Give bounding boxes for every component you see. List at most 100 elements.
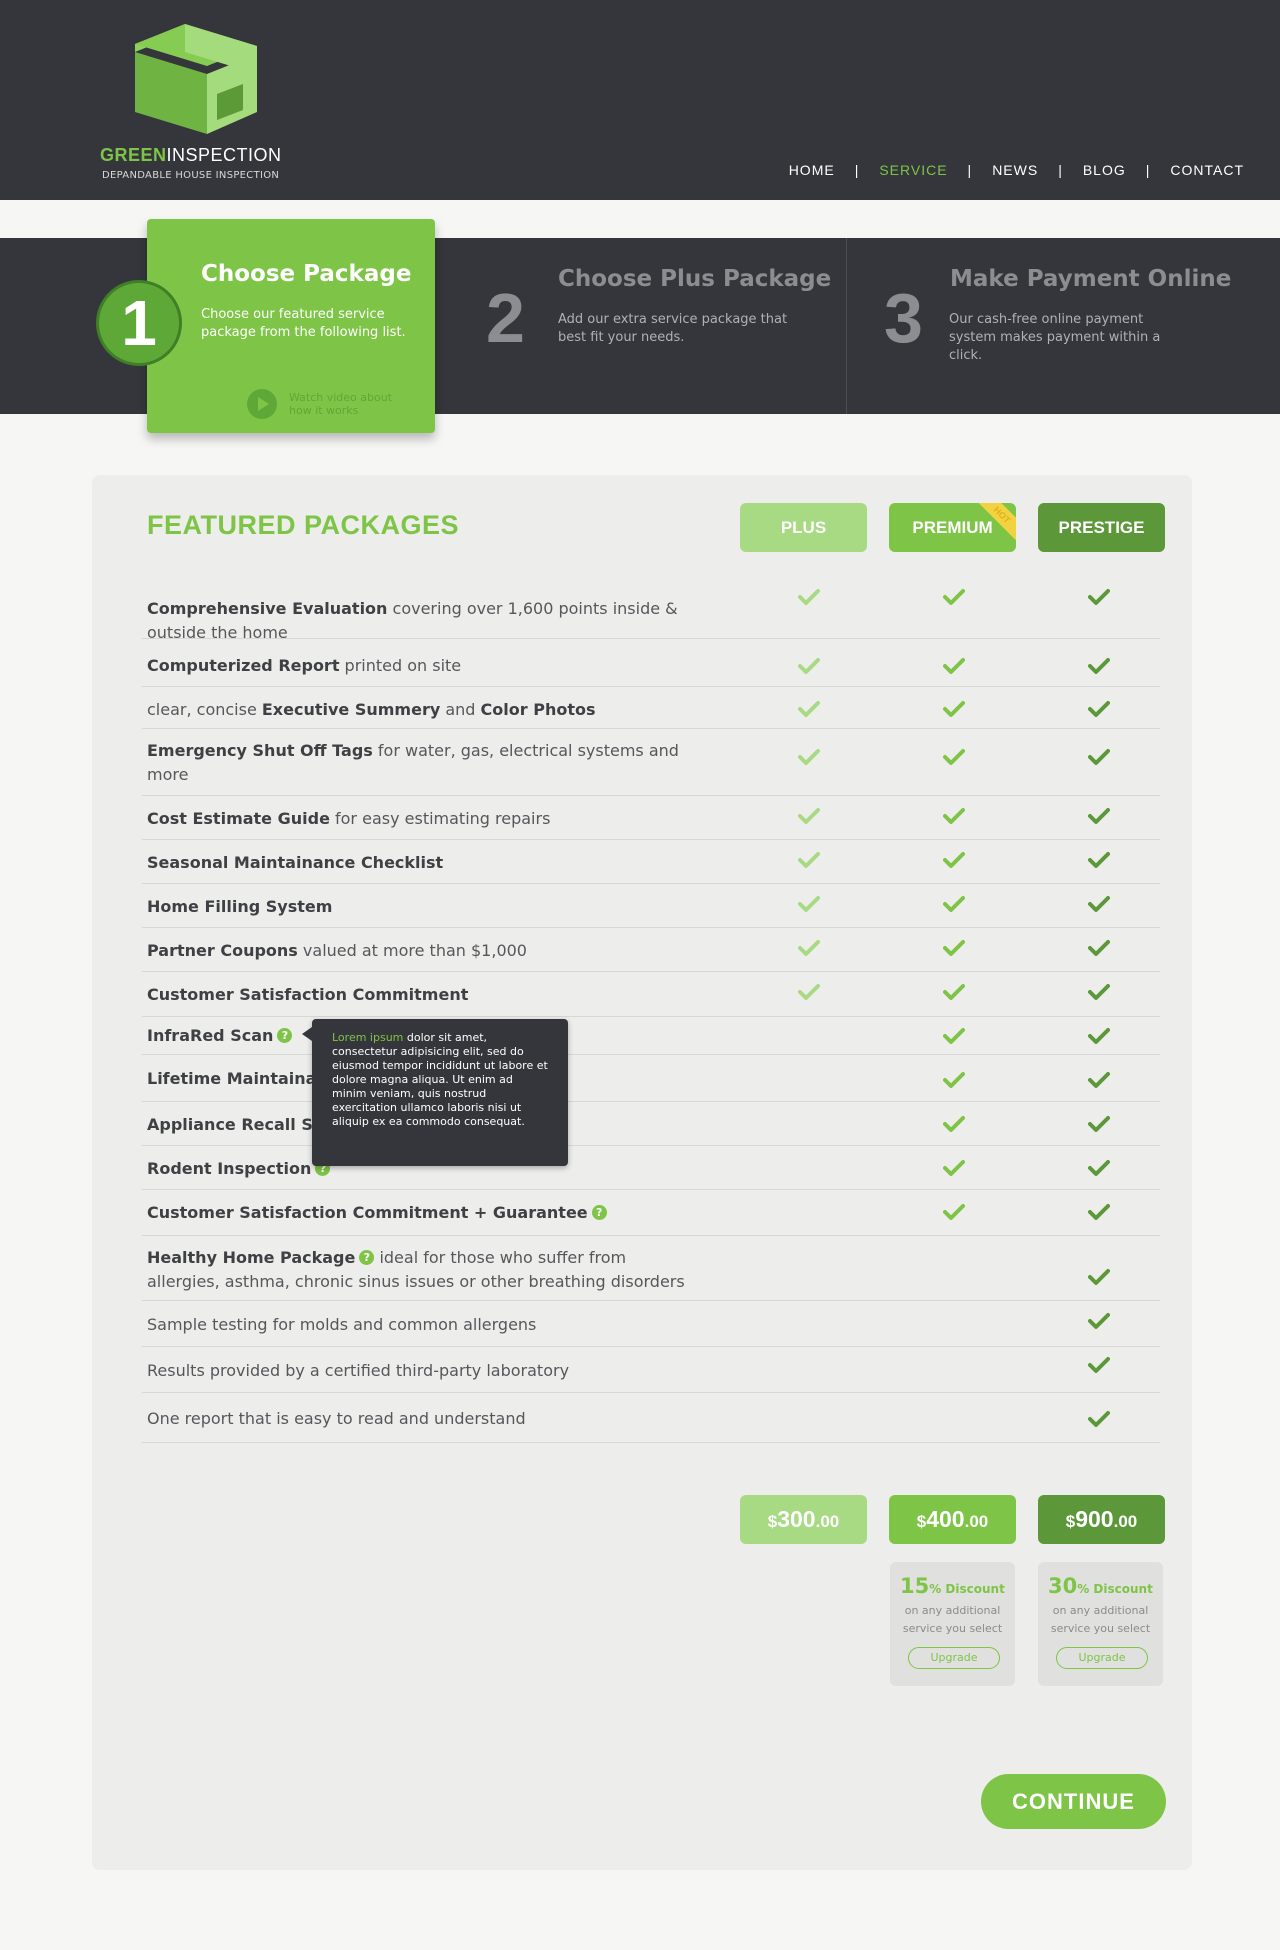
- check-icon: [1088, 1410, 1112, 1428]
- feature-row: Cost Estimate Guide for easy estimating …: [142, 796, 1160, 840]
- step-1-number: 1: [96, 280, 182, 366]
- info-tooltip: Lorem ipsum dolor sit amet, consectetur …: [302, 1019, 568, 1166]
- check-icon: [798, 851, 822, 869]
- premium-package-header[interactable]: PREMIUM HOT: [889, 503, 1016, 552]
- check-icon: [1088, 1312, 1112, 1330]
- check-icon: [943, 700, 967, 718]
- feature-text: clear, concise Executive Summery and Col…: [147, 700, 596, 719]
- check-icon: [943, 851, 967, 869]
- help-icon[interactable]: ?: [359, 1250, 375, 1265]
- nav-blog[interactable]: BLOG: [1083, 162, 1126, 178]
- check-icon: [1088, 1027, 1112, 1045]
- step-3-number: 3: [884, 279, 923, 357]
- feature-row: Partner Coupons valued at more than $1,0…: [142, 928, 1160, 972]
- check-icon: [943, 1115, 967, 1133]
- check-icon: [1088, 588, 1112, 606]
- check-icon: [1088, 895, 1112, 913]
- logo[interactable]: GREENINSPECTION DEPANDABLE HOUSE INSPECT…: [100, 24, 300, 181]
- plus-price: $300.00: [740, 1495, 867, 1544]
- prestige-price: $900.00: [1038, 1495, 1165, 1544]
- check-icon: [798, 657, 822, 675]
- feature-row: Healthy Home Package? ideal for those wh…: [142, 1236, 1160, 1301]
- feature-row: Sample testing for molds and common alle…: [142, 1301, 1160, 1347]
- check-icon: [1088, 983, 1112, 1001]
- discount-note: on any additional service you select: [1050, 1604, 1151, 1635]
- upgrade-button[interactable]: Upgrade: [908, 1647, 1000, 1669]
- nav-separator: |: [1145, 162, 1151, 178]
- nav-separator: |: [854, 162, 860, 178]
- step-1-title: Choose Package: [201, 261, 412, 287]
- check-icon: [943, 1071, 967, 1089]
- check-icon: [1088, 700, 1112, 718]
- nav-service[interactable]: SERVICE: [879, 162, 947, 178]
- check-icon: [1088, 1203, 1112, 1221]
- play-icon[interactable]: [247, 389, 277, 419]
- check-icon: [1088, 748, 1112, 766]
- step-3-description: Our cash-free online payment system make…: [949, 312, 1161, 363]
- check-icon: [943, 1203, 967, 1221]
- nav-contact[interactable]: CONTACT: [1170, 162, 1244, 178]
- feature-row: Computerized Report printed on site: [142, 639, 1160, 687]
- check-icon: [798, 807, 822, 825]
- check-icon: [1088, 1071, 1112, 1089]
- check-icon: [1088, 1268, 1112, 1286]
- prestige-package-header[interactable]: PRESTIGE: [1038, 503, 1165, 552]
- prestige-discount-box: 30% Discount on any additional service yo…: [1038, 1562, 1163, 1686]
- help-icon[interactable]: ?: [277, 1028, 293, 1043]
- check-icon: [798, 748, 822, 766]
- check-icon: [943, 748, 967, 766]
- feature-text: Emergency Shut Off Tags for water, gas, …: [147, 741, 679, 784]
- plus-package-header[interactable]: PLUS: [740, 503, 867, 552]
- discount-note: on any additional service you select: [902, 1604, 1003, 1635]
- feature-text: Customer Satisfaction Commitment: [147, 985, 469, 1004]
- main-nav: HOME | SERVICE | NEWS | BLOG | CONTACT: [789, 162, 1244, 178]
- watch-video-link[interactable]: Watch video about how it works: [247, 389, 409, 419]
- nav-home[interactable]: HOME: [789, 162, 835, 178]
- feature-text: One report that is easy to read and unde…: [147, 1409, 526, 1428]
- feature-row: clear, concise Executive Summery and Col…: [142, 687, 1160, 729]
- feature-row: Appliance Recall S: [142, 1102, 1160, 1146]
- check-icon: [943, 807, 967, 825]
- feature-text: Results provided by a certified third-pa…: [147, 1361, 570, 1380]
- feature-row: Results provided by a certified third-pa…: [142, 1347, 1160, 1393]
- nav-news[interactable]: NEWS: [992, 162, 1038, 178]
- feature-row: Seasonal Maintainance Checklist: [142, 840, 1160, 884]
- site-header: GREENINSPECTION DEPANDABLE HOUSE INSPECT…: [0, 0, 1280, 200]
- check-icon: [1088, 657, 1112, 675]
- check-icon: [1088, 1115, 1112, 1133]
- feature-row: Emergency Shut Off Tags for water, gas, …: [142, 729, 1160, 796]
- feature-row: One report that is easy to read and unde…: [142, 1393, 1160, 1443]
- feature-text: Healthy Home Package? ideal for those wh…: [147, 1248, 685, 1291]
- house-cube-icon: [135, 24, 257, 134]
- check-icon: [798, 939, 822, 957]
- check-icon: [943, 895, 967, 913]
- tooltip-highlight: Lorem ipsum: [332, 1031, 404, 1044]
- brand-tagline: DEPANDABLE HOUSE INSPECTION: [102, 170, 280, 181]
- check-icon: [943, 657, 967, 675]
- step-2-title: Choose Plus Package: [558, 266, 832, 292]
- step-1-description: Choose our featured service package from…: [201, 307, 406, 340]
- feature-row: InfraRed Scan?: [142, 1017, 1160, 1055]
- step-2-number: 2: [486, 279, 525, 357]
- feature-row: Customer Satisfaction Commitment: [142, 972, 1160, 1017]
- feature-row: Rodent Inspection?: [142, 1146, 1160, 1190]
- feature-row: Comprehensive Evaluation covering over 1…: [142, 568, 1160, 642]
- feature-row: Lifetime Maintaina: [142, 1055, 1160, 1102]
- step-3-title: Make Payment Online: [950, 266, 1232, 292]
- check-icon: [798, 983, 822, 1001]
- continue-button[interactable]: CONTINUE: [981, 1774, 1166, 1829]
- check-icon: [1088, 851, 1112, 869]
- help-icon[interactable]: ?: [591, 1205, 607, 1220]
- premium-label: PREMIUM: [912, 518, 993, 537]
- premium-price: $400.00: [889, 1495, 1016, 1544]
- step-1-card[interactable]: Choose Package Choose our featured servi…: [147, 219, 435, 433]
- check-icon: [798, 895, 822, 913]
- discount-value: 15% Discount: [900, 1574, 1005, 1598]
- feature-text: Cost Estimate Guide for easy estimating …: [147, 809, 551, 828]
- tooltip-text: dolor sit amet, consectetur adipisicing …: [332, 1031, 548, 1128]
- check-icon: [798, 700, 822, 718]
- feature-text: Computerized Report printed on site: [147, 656, 462, 675]
- upgrade-button[interactable]: Upgrade: [1056, 1647, 1148, 1669]
- check-icon: [1088, 1159, 1112, 1177]
- check-icon: [943, 983, 967, 1001]
